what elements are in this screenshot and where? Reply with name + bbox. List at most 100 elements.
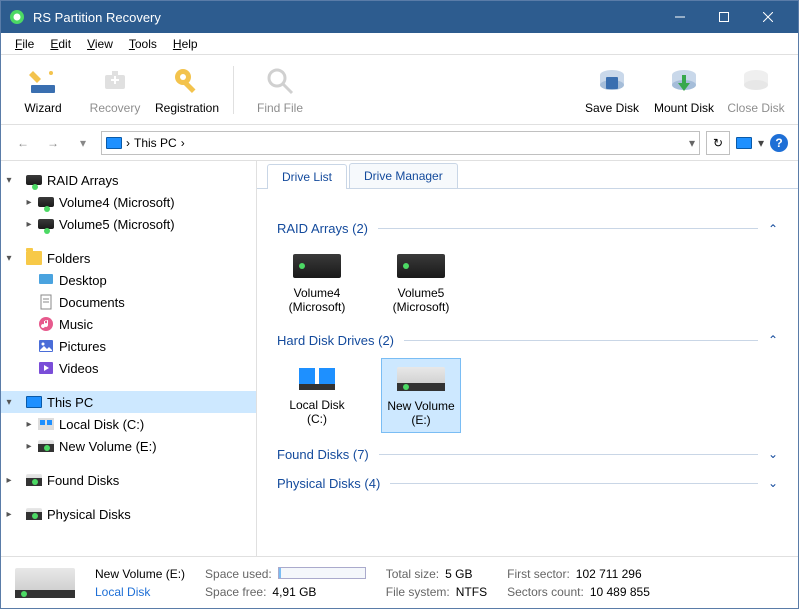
drive-item-local-c[interactable]: Local Disk (C:): [277, 358, 357, 433]
value-total-size: 5 GB: [445, 567, 472, 581]
tree-item[interactable]: ▸ New Volume (E:): [1, 435, 256, 457]
tree-item-documents[interactable]: Documents: [1, 291, 256, 313]
refresh-button[interactable]: ↻: [706, 131, 730, 155]
minimize-button[interactable]: [658, 1, 702, 33]
drive-icon: [25, 471, 43, 489]
breadcrumb-location[interactable]: This PC: [134, 136, 177, 150]
separator: [233, 66, 234, 114]
drive-icon: [37, 215, 55, 233]
tree-found-disks[interactable]: ▸ Found Disks: [1, 469, 256, 491]
section-hdd[interactable]: Hard Disk Drives (2) ⌃: [277, 333, 778, 348]
value-space-free: 4,91 GB: [272, 585, 316, 599]
section-found[interactable]: Found Disks (7) ⌄: [277, 447, 778, 462]
registration-icon: [171, 65, 203, 97]
chevron-down-icon[interactable]: ⌄: [768, 476, 778, 490]
toolbar: Wizard Recovery Registration Find File S…: [1, 55, 798, 125]
menu-view[interactable]: View: [79, 35, 121, 53]
collapse-icon[interactable]: ▾: [1, 175, 17, 186]
expand-icon[interactable]: ▸: [21, 219, 37, 230]
tree-this-pc[interactable]: ▾ This PC: [1, 391, 256, 413]
menu-file[interactable]: File: [7, 35, 42, 53]
expand-icon[interactable]: ▸: [1, 475, 17, 486]
breadcrumb[interactable]: › This PC › ▾: [101, 131, 700, 155]
value-first-sector: 102 711 296: [576, 567, 642, 581]
wizard-label: Wizard: [24, 101, 61, 115]
menu-help[interactable]: Help: [165, 35, 206, 53]
tree-item[interactable]: ▸ Volume5 (Microsoft): [1, 213, 256, 235]
folder-icon: [25, 249, 43, 267]
chevron-down-icon[interactable]: ▾: [689, 136, 695, 150]
maximize-button[interactable]: [702, 1, 746, 33]
space-used-bar: [278, 567, 366, 579]
breadcrumb-sep: ›: [181, 136, 185, 150]
expand-icon[interactable]: ▸: [21, 419, 37, 430]
close-disk-icon: [740, 65, 772, 97]
main-area: ▾ RAID Arrays ▸ Volume4 (Microsoft) ▸ Vo…: [1, 161, 798, 556]
chevron-up-icon[interactable]: ⌃: [768, 222, 778, 236]
section-physical[interactable]: Physical Disks (4) ⌄: [277, 476, 778, 491]
tree-item-videos[interactable]: Videos: [1, 357, 256, 379]
forward-button[interactable]: →: [41, 131, 65, 155]
section-raid[interactable]: RAID Arrays (2) ⌃: [277, 221, 778, 236]
app-icon: [9, 9, 25, 25]
tree-panel: ▾ RAID Arrays ▸ Volume4 (Microsoft) ▸ Vo…: [1, 161, 257, 556]
menu-edit[interactable]: Edit: [42, 35, 79, 53]
expand-icon[interactable]: ▸: [1, 509, 17, 520]
close-button[interactable]: [746, 1, 790, 33]
desktop-icon: [37, 271, 55, 289]
menu-tools[interactable]: Tools: [121, 35, 165, 53]
tree-physical-disks[interactable]: ▸ Physical Disks: [1, 503, 256, 525]
navigation-bar: ← → ▾ › This PC › ▾ ↻ ▾ ?: [1, 125, 798, 161]
tab-drive-list[interactable]: Drive List: [267, 164, 347, 189]
music-icon: [37, 315, 55, 333]
tree-raid-arrays[interactable]: ▾ RAID Arrays: [1, 169, 256, 191]
status-drive-type: Local Disk: [95, 585, 185, 599]
view-dropdown[interactable]: ▾: [758, 136, 764, 150]
tree-item-music[interactable]: Music: [1, 313, 256, 335]
value-file-system: NTFS: [456, 585, 487, 599]
tree-folders[interactable]: ▾ Folders: [1, 247, 256, 269]
status-drive-name: New Volume (E:): [95, 567, 185, 581]
back-button[interactable]: ←: [11, 131, 35, 155]
tab-drive-manager[interactable]: Drive Manager: [349, 163, 458, 188]
expand-icon[interactable]: ▸: [21, 197, 37, 208]
collapse-icon[interactable]: ▾: [1, 397, 17, 408]
drive-icon: [25, 505, 43, 523]
label-file-system: File system:: [386, 585, 450, 599]
find-file-button: Find File: [248, 65, 312, 115]
registration-label: Registration: [155, 101, 219, 115]
view-mode-icon[interactable]: [736, 137, 752, 149]
save-disk-icon: [596, 65, 628, 97]
recovery-icon: [99, 65, 131, 97]
recovery-label: Recovery: [90, 101, 141, 115]
tab-strip: Drive List Drive Manager: [257, 161, 798, 189]
drive-icon: [37, 415, 55, 433]
drive-item-new-volume-e[interactable]: New Volume (E:): [381, 358, 461, 433]
breadcrumb-sep: ›: [126, 136, 130, 150]
help-button[interactable]: ?: [770, 134, 788, 152]
documents-icon: [37, 293, 55, 311]
chevron-up-icon[interactable]: ⌃: [768, 333, 778, 347]
wizard-button[interactable]: Wizard: [11, 65, 75, 115]
drive-list-view: RAID Arrays (2) ⌃ Volume4 (Microsoft) Vo…: [257, 189, 798, 556]
title-bar: RS Partition Recovery: [1, 1, 798, 33]
expand-icon[interactable]: ▸: [21, 441, 37, 452]
registration-button[interactable]: Registration: [155, 65, 219, 115]
tree-item[interactable]: ▸ Local Disk (C:): [1, 413, 256, 435]
dropdown-history[interactable]: ▾: [71, 131, 95, 155]
search-icon: [264, 65, 296, 97]
mount-disk-button[interactable]: Mount Disk: [652, 65, 716, 115]
save-disk-button[interactable]: Save Disk: [580, 65, 644, 115]
tree-item-desktop[interactable]: Desktop: [1, 269, 256, 291]
menu-bar: File Edit View Tools Help: [1, 33, 798, 55]
save-disk-label: Save Disk: [585, 101, 639, 115]
chevron-down-icon[interactable]: ⌄: [768, 447, 778, 461]
status-bar: New Volume (E:) Local Disk Space used: S…: [1, 556, 798, 608]
tree-item[interactable]: ▸ Volume4 (Microsoft): [1, 191, 256, 213]
collapse-icon[interactable]: ▾: [1, 253, 17, 264]
drive-item[interactable]: Volume4 (Microsoft): [277, 246, 357, 319]
value-sectors-count: 10 489 855: [590, 585, 650, 599]
label-first-sector: First sector:: [507, 567, 570, 581]
tree-item-pictures[interactable]: Pictures: [1, 335, 256, 357]
drive-item[interactable]: Volume5 (Microsoft): [381, 246, 461, 319]
